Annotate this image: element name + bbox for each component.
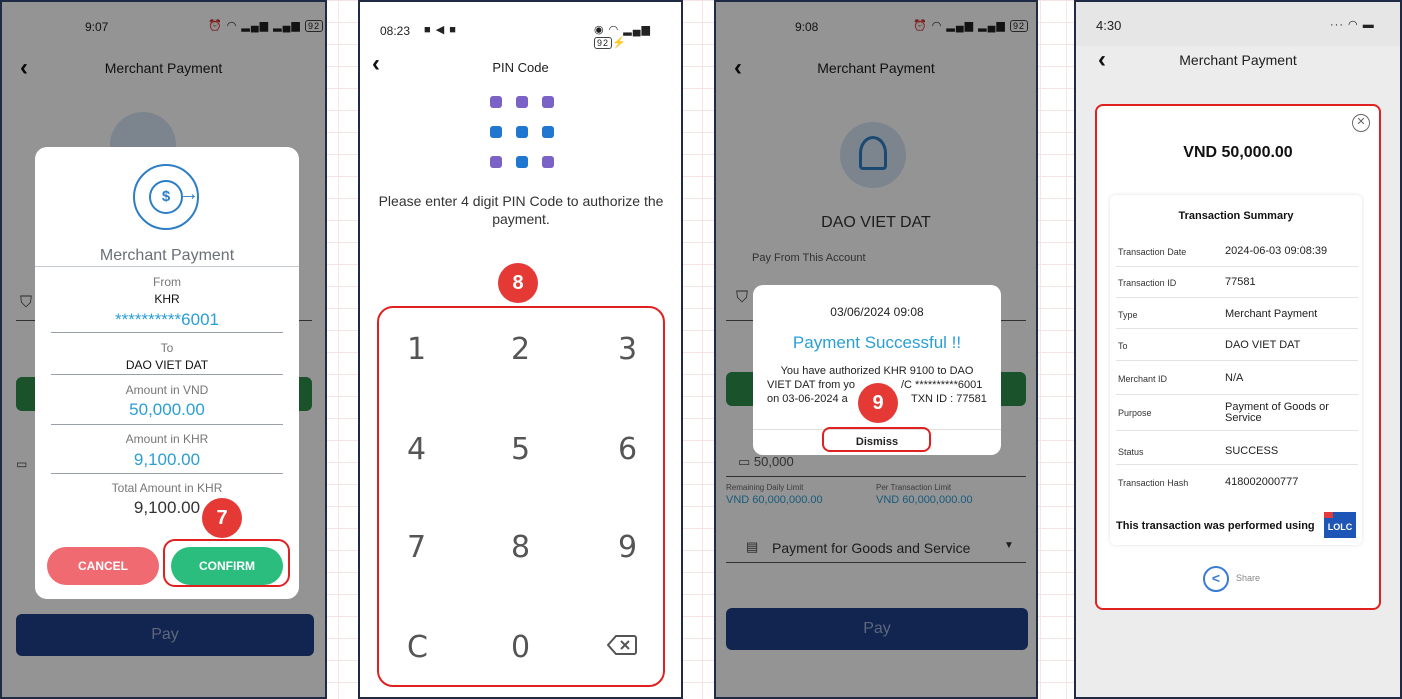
divider	[51, 424, 283, 425]
step-badge-9: 9	[858, 383, 898, 423]
row-label-txn-id: Transaction ID	[1118, 278, 1177, 288]
page-title: PIN Code	[492, 60, 549, 75]
close-icon[interactable]: ✕	[1352, 114, 1370, 132]
row-value-purpose: Payment of Goods or Service	[1225, 401, 1329, 424]
status-time: 4:30	[1096, 18, 1122, 33]
amount-vnd-label: Amount in VND	[125, 383, 209, 397]
status-icons: ··· ◠ ▬	[1330, 19, 1375, 31]
row-label-hash: Transaction Hash	[1118, 478, 1189, 488]
success-datetime: 03/06/2024 09:08	[830, 305, 924, 319]
pin-dot	[490, 96, 502, 108]
divider	[1116, 266, 1358, 267]
row-value-hash: 418002000777	[1225, 476, 1299, 488]
highlight-confirm	[163, 539, 290, 587]
performed-using-text: This transaction was performed using	[1116, 520, 1315, 532]
lolc-logo: LOLC	[1324, 512, 1356, 538]
divider	[1116, 464, 1358, 465]
row-value-type: Merchant Payment	[1225, 308, 1318, 320]
success-message-line3: on 03-06-2024 a	[767, 393, 848, 405]
row-value-merchant-id: N/A	[1225, 372, 1244, 384]
status-time: 08:23	[380, 24, 411, 38]
payment-transfer-icon: $ →	[133, 164, 199, 230]
pin-dot	[542, 126, 554, 138]
page-title: Merchant Payment	[1179, 52, 1297, 68]
pin-dot	[516, 126, 528, 138]
success-message-line1: You have authorized KHR 9100 to DAO	[780, 365, 974, 377]
cancel-button[interactable]: CANCEL	[47, 547, 159, 585]
pin-instruction: Please enter 4 digit PIN Code to authori…	[378, 193, 664, 227]
pin-dot	[542, 156, 554, 168]
row-label-date: Transaction Date	[1118, 247, 1187, 257]
divider	[35, 266, 299, 267]
row-value-txn-id: 77581	[1225, 276, 1256, 288]
confirm-dialog: $ → Merchant Payment From KHR **********6…	[35, 147, 299, 599]
step-badge-8: 8	[498, 263, 538, 303]
highlight-keypad	[377, 306, 665, 687]
from-account: **********6001	[115, 310, 219, 329]
to-value: DAO VIET DAT	[125, 358, 209, 372]
summary-title: Transaction Summary	[1178, 210, 1294, 222]
share-icon[interactable]: <	[1203, 566, 1229, 592]
status-bar: 08:23 ■ ◀ ■ ◉ ◠ ▂▄▆ 92 ⚡	[360, 2, 681, 49]
divider	[1116, 394, 1358, 395]
success-title: Payment Successful !!	[792, 333, 962, 352]
divider	[51, 374, 283, 375]
row-label-purpose: Purpose	[1118, 408, 1152, 418]
divider	[1116, 430, 1358, 431]
share-label[interactable]: Share	[1236, 573, 1260, 583]
amount-khr-label: Amount in KHR	[125, 432, 209, 446]
row-label-status: Status	[1118, 447, 1144, 457]
amount-khr-value: 9,100.00	[133, 450, 201, 469]
battery-icon: 92	[594, 37, 613, 49]
row-label-merchant-id: Merchant ID	[1118, 374, 1168, 384]
phone-screen-success: 9:08 ⏰ ◠ ▂▄▆ ▂▄▆ 92 ‹ Merchant Payment D…	[714, 0, 1038, 699]
from-label: From	[153, 275, 181, 289]
pin-dot	[542, 96, 554, 108]
divider	[1116, 297, 1358, 298]
success-message-line2: VIET DAT from yo	[767, 379, 856, 391]
step-badge-7: 7	[202, 498, 242, 538]
phone-screen-confirm: 9:07 ⏰ ◠ ▂▄▆ ▂▄▆ 92 ‹ Merchant Payment ⛉…	[0, 0, 327, 699]
pin-dot	[516, 96, 528, 108]
total-khr-label: Total Amount in KHR	[111, 481, 223, 495]
from-currency: KHR	[154, 292, 180, 306]
status-icons: ◉ ◠ ▂▄▆ 92 ⚡	[594, 24, 652, 49]
notification-icons: ■ ◀ ■	[424, 24, 457, 36]
divider	[1116, 328, 1358, 329]
row-value-date: 2024-06-03 09:08:39	[1225, 245, 1328, 257]
pin-dot	[516, 156, 528, 168]
row-value-status: SUCCESS	[1225, 445, 1279, 457]
total-khr-value: 9,100.00	[133, 498, 201, 517]
row-label-type: Type	[1118, 310, 1138, 320]
divider	[51, 332, 283, 333]
to-label: To	[160, 341, 174, 355]
amount-vnd-value: 50,000.00	[129, 400, 205, 419]
pin-dot	[490, 156, 502, 168]
divider	[51, 473, 283, 474]
dialog-title: Merchant Payment	[99, 247, 235, 264]
pin-dot	[490, 126, 502, 138]
row-label-to: To	[1118, 341, 1128, 351]
status-bar: 4:30 ··· ◠ ▬	[1076, 2, 1400, 46]
row-value-to: DAO VIET DAT	[1225, 339, 1301, 351]
highlight-dismiss	[822, 427, 931, 452]
success-message-line2b: /C **********6001	[901, 379, 983, 391]
receipt-amount: VND 50,000.00	[1183, 144, 1293, 161]
success-message-line3b: TXN ID : 77581	[911, 393, 987, 405]
divider	[1116, 360, 1358, 361]
